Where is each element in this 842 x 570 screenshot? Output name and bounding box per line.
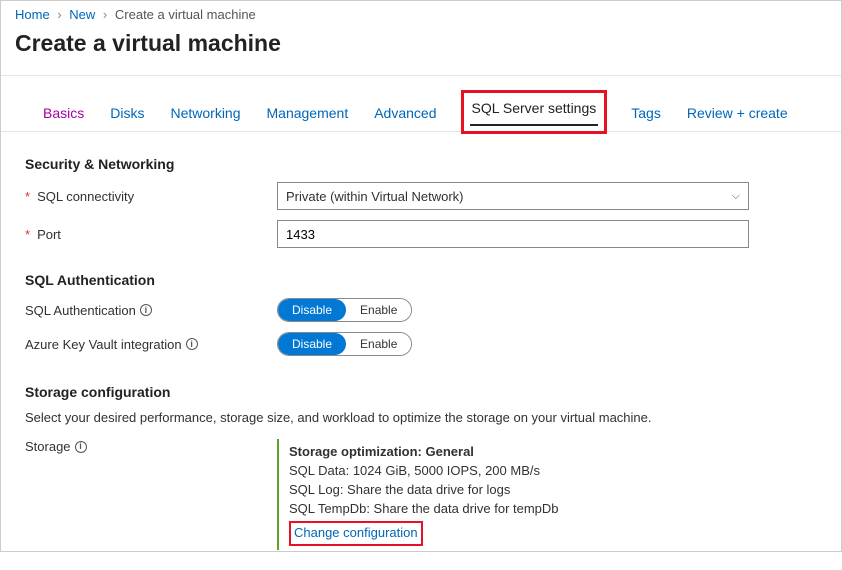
change-configuration-link[interactable]: Change configuration xyxy=(289,521,423,546)
label-storage: Storage i xyxy=(25,439,277,454)
chevron-right-icon: › xyxy=(103,7,107,22)
port-input[interactable] xyxy=(277,220,749,248)
label-text: SQL Authentication xyxy=(25,303,136,318)
row-sql-auth: SQL Authentication i Disable Enable xyxy=(25,298,817,322)
tabs-bar: Basics Disks Networking Management Advan… xyxy=(1,76,841,132)
section-security-networking: Security & Networking xyxy=(25,156,817,172)
info-icon[interactable]: i xyxy=(75,441,87,453)
tab-advanced[interactable]: Advanced xyxy=(372,101,438,131)
info-icon[interactable]: i xyxy=(140,304,152,316)
label-text: SQL connectivity xyxy=(37,189,134,204)
tab-tags[interactable]: Tags xyxy=(629,101,663,131)
toggle-enable[interactable]: Enable xyxy=(346,333,411,355)
row-port: * Port xyxy=(25,220,817,248)
tab-review-create[interactable]: Review + create xyxy=(685,101,790,131)
breadcrumb: Home › New › Create a virtual machine xyxy=(1,1,841,26)
required-icon: * xyxy=(25,189,30,204)
tab-basics[interactable]: Basics xyxy=(41,101,86,131)
label-sql-connectivity: * SQL connectivity xyxy=(25,189,277,204)
sql-auth-toggle[interactable]: Disable Enable xyxy=(277,298,412,322)
breadcrumb-current: Create a virtual machine xyxy=(115,7,256,22)
storage-data-line: SQL Data: 1024 GiB, 5000 IOPS, 200 MB/s xyxy=(289,462,749,481)
storage-tempdb-line: SQL TempDb: Share the data drive for tem… xyxy=(289,500,749,519)
row-storage: Storage i Storage optimization: General … xyxy=(25,439,817,550)
label-text: Storage xyxy=(25,439,71,454)
tab-networking[interactable]: Networking xyxy=(168,101,242,131)
tab-sql-server-settings[interactable]: SQL Server settings xyxy=(470,96,599,126)
info-icon[interactable]: i xyxy=(186,338,198,350)
label-sql-auth: SQL Authentication i xyxy=(25,303,277,318)
toggle-disable[interactable]: Disable xyxy=(278,333,346,355)
chevron-right-icon: › xyxy=(57,7,61,22)
row-sql-connectivity: * SQL connectivity Private (within Virtu… xyxy=(25,182,817,210)
storage-log-line: SQL Log: Share the data drive for logs xyxy=(289,481,749,500)
section-sql-authentication: SQL Authentication xyxy=(25,272,817,288)
label-text: Port xyxy=(37,227,61,242)
tab-management[interactable]: Management xyxy=(265,101,351,131)
required-icon: * xyxy=(25,227,30,242)
section-storage-configuration: Storage configuration xyxy=(25,384,817,400)
row-akv: Azure Key Vault integration i Disable En… xyxy=(25,332,817,356)
label-port: * Port xyxy=(25,227,277,242)
akv-toggle[interactable]: Disable Enable xyxy=(277,332,412,356)
page-title: Create a virtual machine xyxy=(1,26,841,75)
storage-optimization-heading: Storage optimization: General xyxy=(289,443,749,462)
tab-sql-settings-highlight: SQL Server settings xyxy=(461,90,608,134)
breadcrumb-new[interactable]: New xyxy=(69,7,95,22)
tab-disks[interactable]: Disks xyxy=(108,101,146,131)
select-value: Private (within Virtual Network) xyxy=(286,189,463,204)
storage-description: Select your desired performance, storage… xyxy=(25,410,817,425)
toggle-disable[interactable]: Disable xyxy=(278,299,346,321)
breadcrumb-home[interactable]: Home xyxy=(15,7,50,22)
content-area: Security & Networking * SQL connectivity… xyxy=(1,132,841,570)
sql-connectivity-select[interactable]: Private (within Virtual Network) ⌵ xyxy=(277,182,749,210)
storage-summary-block: Storage optimization: General SQL Data: … xyxy=(277,439,749,550)
label-text: Azure Key Vault integration xyxy=(25,337,182,352)
chevron-down-icon: ⌵ xyxy=(732,190,740,203)
toggle-enable[interactable]: Enable xyxy=(346,299,411,321)
label-akv: Azure Key Vault integration i xyxy=(25,337,277,352)
